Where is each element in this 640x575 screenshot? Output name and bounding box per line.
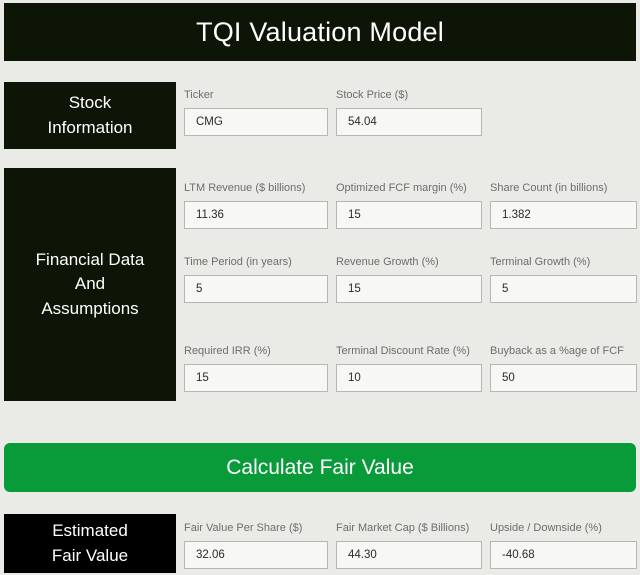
section-header-estimated-line1: Estimated — [52, 521, 128, 541]
field-label-optimized-fcf-margin: Optimized FCF margin (%) — [336, 182, 467, 194]
field-ltm-revenue: LTM Revenue ($ billions) — [184, 182, 328, 229]
field-label-fair-value-per-share: Fair Value Per Share ($) — [184, 522, 303, 534]
calculate-fair-value-button[interactable]: Calculate Fair Value — [4, 443, 636, 492]
field-fair-value-per-share: Fair Value Per Share ($) — [184, 522, 328, 569]
field-label-ticker: Ticker — [184, 89, 214, 101]
field-time-period: Time Period (in years) — [184, 256, 328, 303]
page-title: TQI Valuation Model — [196, 16, 444, 47]
section-header-stock-line2: Information — [47, 117, 133, 137]
field-label-upside-downside: Upside / Downside (%) — [490, 522, 602, 534]
buyback-percentage-input[interactable] — [490, 364, 637, 392]
field-stock-price: Stock Price ($) — [336, 89, 482, 136]
section-header-stock-line1: Stock — [68, 93, 112, 113]
app-title-bar: TQI Valuation Model — [4, 3, 636, 61]
field-label-time-period: Time Period (in years) — [184, 256, 292, 268]
valuation-model-app: TQI Valuation Model Stock Information Ti… — [0, 0, 640, 575]
share-count-input[interactable] — [490, 201, 637, 229]
fair-market-cap-output[interactable] — [336, 541, 482, 569]
field-label-fair-market-cap: Fair Market Cap ($ Billions) — [336, 522, 470, 534]
field-share-count: Share Count (in billions) — [490, 182, 637, 229]
field-label-terminal-discount-rate: Terminal Discount Rate (%) — [336, 345, 470, 357]
field-label-required-irr: Required IRR (%) — [184, 345, 271, 357]
optimized-fcf-margin-input[interactable] — [336, 201, 482, 229]
field-label-ltm-revenue: LTM Revenue ($ billions) — [184, 182, 306, 194]
field-label-buyback-percentage: Buyback as a %age of FCF — [490, 345, 624, 357]
field-label-revenue-growth: Revenue Growth (%) — [336, 256, 439, 268]
section-header-estimated-line2: Fair Value — [51, 545, 129, 565]
field-label-stock-price: Stock Price ($) — [336, 89, 409, 101]
field-ticker: Ticker — [184, 89, 328, 136]
field-label-share-count: Share Count (in billions) — [490, 182, 608, 194]
field-terminal-discount-rate: Terminal Discount Rate (%) — [336, 345, 482, 392]
field-fair-market-cap: Fair Market Cap ($ Billions) — [336, 522, 482, 569]
field-buyback-percentage: Buyback as a %age of FCF — [490, 345, 637, 392]
fair-value-per-share-output[interactable] — [184, 541, 328, 569]
field-terminal-growth: Terminal Growth (%) — [490, 256, 637, 303]
time-period-input[interactable] — [184, 275, 328, 303]
section-header-financial-line2: And — [74, 274, 106, 294]
revenue-growth-input[interactable] — [336, 275, 482, 303]
ltm-revenue-input[interactable] — [184, 201, 328, 229]
terminal-growth-input[interactable] — [490, 275, 637, 303]
terminal-discount-rate-input[interactable] — [336, 364, 482, 392]
field-upside-downside: Upside / Downside (%) — [490, 522, 637, 569]
ticker-input[interactable] — [184, 108, 328, 136]
section-header-stock-information: Stock Information — [4, 82, 176, 149]
section-header-estimated-fair-value: Estimated Fair Value — [4, 514, 176, 573]
field-optimized-fcf-margin: Optimized FCF margin (%) — [336, 182, 482, 229]
section-header-financial-data: Financial Data And Assumptions — [4, 168, 176, 401]
section-header-financial-line1: Financial Data — [35, 250, 145, 270]
stock-price-input[interactable] — [336, 108, 482, 136]
section-header-financial-line3: Assumptions — [41, 298, 139, 318]
field-required-irr: Required IRR (%) — [184, 345, 328, 392]
field-label-terminal-growth: Terminal Growth (%) — [490, 256, 591, 268]
required-irr-input[interactable] — [184, 364, 328, 392]
upside-downside-output[interactable] — [490, 541, 637, 569]
field-revenue-growth: Revenue Growth (%) — [336, 256, 482, 303]
